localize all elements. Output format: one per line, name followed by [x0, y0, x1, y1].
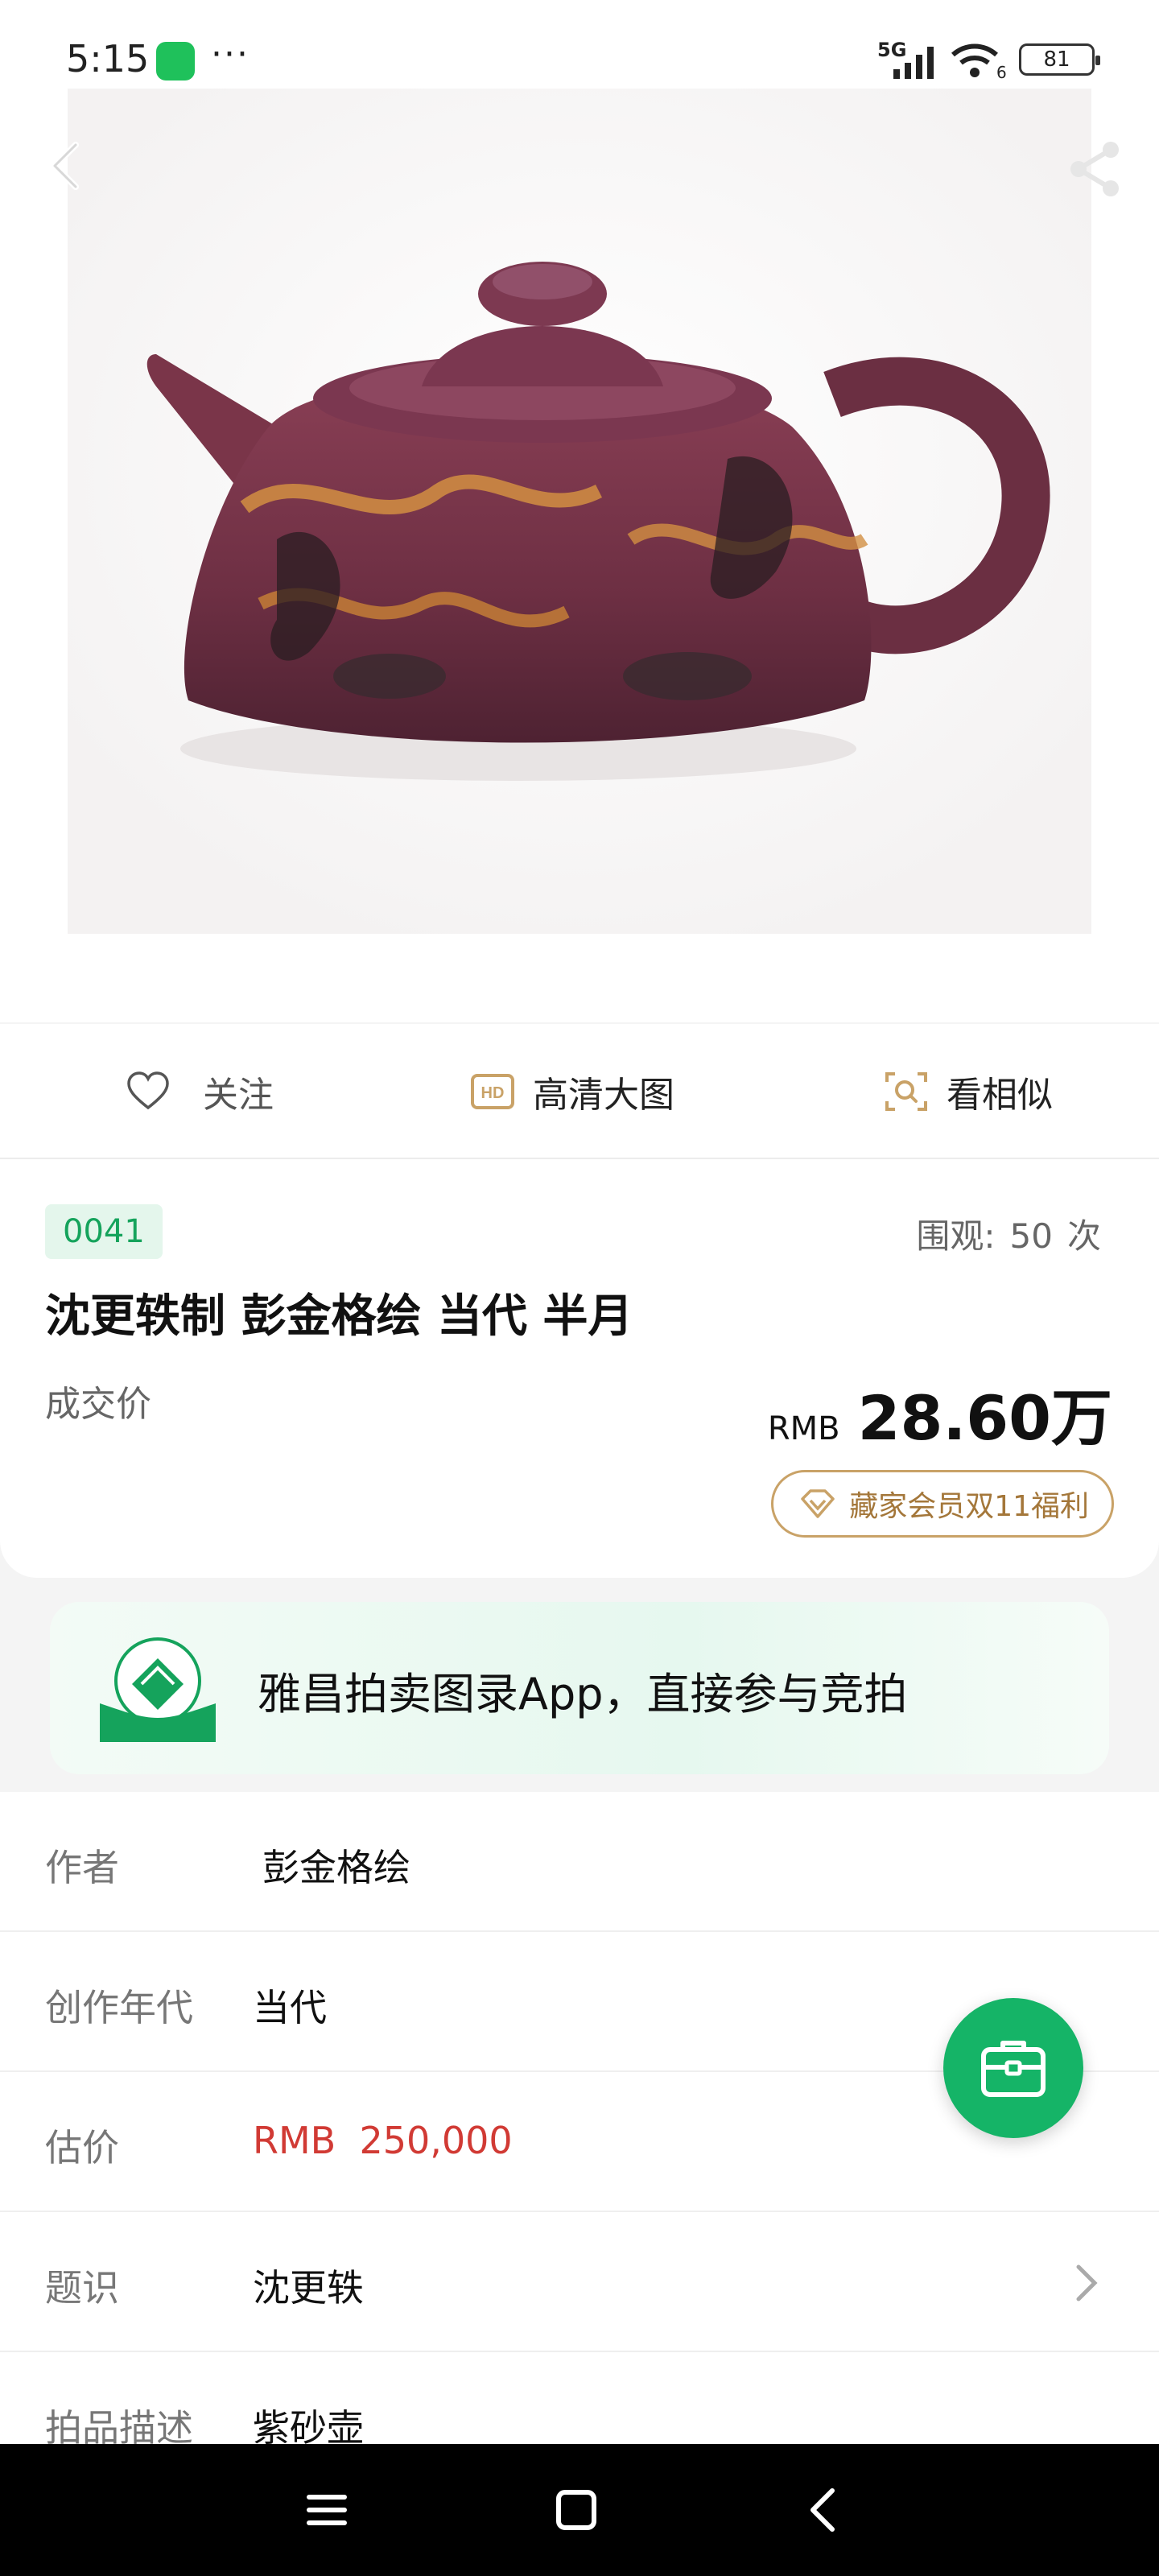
follow-button[interactable]: 关注	[126, 1059, 274, 1124]
hd-label: 高清大图	[533, 1075, 674, 1116]
home-icon[interactable]	[551, 2484, 602, 2536]
search-similar-icon	[885, 1072, 927, 1111]
share-icon[interactable]	[1062, 137, 1127, 201]
artron-logo-icon	[100, 1637, 216, 1742]
menu-icon[interactable]	[301, 2484, 353, 2536]
member-promo-label: 藏家会员双11福利	[849, 1490, 1089, 1523]
detail-row-author: 作者 彭金格绘	[0, 1792, 1159, 1932]
lot-photo-teapot[interactable]	[68, 89, 1091, 934]
chevron-right-icon	[1076, 2264, 1098, 2301]
banner-text: 雅昌拍卖图录App，直接参与竞拍	[258, 1669, 908, 1719]
app-download-banner[interactable]: 雅昌拍卖图录App，直接参与竞拍	[50, 1602, 1109, 1774]
status-bar: 5:15 ··· 5G 6 81	[0, 0, 1159, 121]
view-count: 围观: 50 次	[916, 1209, 1101, 1258]
battery-icon: 81	[1019, 43, 1100, 76]
detail-key: 估价	[45, 2126, 119, 2169]
heart-icon	[127, 1071, 169, 1110]
wifi-icon	[951, 43, 998, 77]
follow-label: 关注	[203, 1075, 274, 1116]
toolbox-fab[interactable]	[943, 1998, 1083, 2138]
lot-title: 沈更轶制 彭金格绘 当代 半月	[45, 1290, 633, 1343]
views-count: 50	[1009, 1216, 1053, 1256]
detail-value: 彭金格绘	[262, 1846, 410, 1889]
detail-value: 当代	[253, 1986, 327, 2029]
lot-image-area[interactable]: 5:15 ··· 5G 6 81	[0, 0, 1159, 1022]
member-promo-button[interactable]: 藏家会员双11福利	[771, 1470, 1114, 1538]
briefcase-icon	[981, 2041, 1046, 2097]
detail-value: 沈更轶	[253, 2266, 364, 2310]
status-time: 5:15	[66, 37, 150, 80]
deal-price: RMB 28.60万	[768, 1368, 1112, 1457]
back-arrow-icon[interactable]	[39, 137, 97, 195]
status-indicators: 5G 6 81	[877, 39, 1100, 84]
detail-key: 作者	[45, 1846, 119, 1889]
hd-image-button[interactable]: HD 高清大图	[470, 1059, 674, 1124]
views-label: 围观:	[916, 1216, 996, 1256]
svg-text:HD: HD	[481, 1084, 505, 1102]
hd-icon: HD	[471, 1074, 514, 1109]
views-unit: 次	[1066, 1216, 1101, 1256]
lot-number-badge: 0041	[45, 1204, 163, 1259]
detail-key: 题识	[45, 2266, 119, 2310]
deal-price-label: 成交价	[45, 1384, 151, 1425]
price-currency: RMB	[767, 1410, 840, 1447]
detail-key: 创作年代	[45, 1986, 193, 2029]
signal-icon	[893, 47, 934, 79]
find-similar-button[interactable]: 看相似	[884, 1059, 1053, 1124]
action-row: 关注 HD 高清大图 看相似	[0, 1024, 1159, 1159]
wechat-icon	[156, 42, 195, 80]
wifi-badge: 6	[996, 63, 1007, 82]
price-value: 28.60万	[857, 1382, 1112, 1454]
similar-label: 看相似	[947, 1075, 1053, 1116]
system-nav-bar	[0, 2444, 1159, 2576]
back-icon[interactable]	[800, 2484, 852, 2536]
diamond-icon	[801, 1489, 835, 1518]
detail-value: RMB 250,000	[253, 2119, 513, 2162]
more-notifications-icon: ···	[211, 34, 250, 75]
lot-info-card: 0041 围观: 50 次 沈更轶制 彭金格绘 当代 半月 成交价 RMB 28.6…	[0, 1159, 1159, 1578]
detail-row-inscription[interactable]: 题识 沈更轶	[0, 2212, 1159, 2352]
